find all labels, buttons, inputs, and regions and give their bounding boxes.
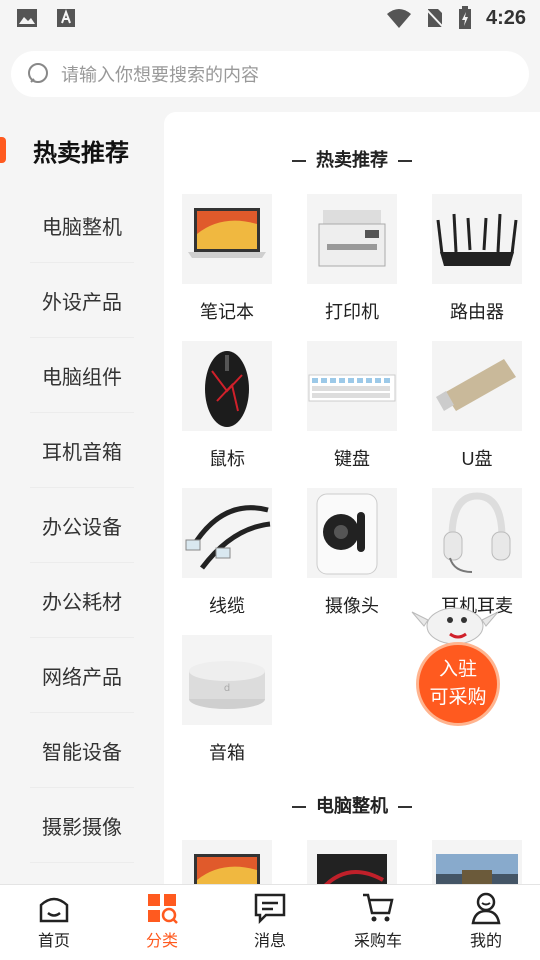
section-title: 热卖推荐 — [164, 146, 540, 172]
product-mouse[interactable]: 鼠标 — [182, 341, 272, 471]
join-purchase-button[interactable]: 入驻 可采购 — [416, 642, 500, 726]
wifi-icon — [386, 9, 411, 28]
cart-icon — [363, 893, 394, 922]
sidebar-item-computer[interactable]: 电脑整机 — [30, 188, 134, 263]
product-camera[interactable]: 摄像头 — [307, 488, 397, 618]
sidebar-item-label: 智能设备 — [42, 741, 122, 764]
printer-image — [307, 194, 397, 284]
sidebar-item-peripherals[interactable]: 外设产品 — [30, 263, 134, 338]
tab-label: 我的 — [469, 933, 502, 950]
usb-drive-image — [432, 341, 522, 431]
mascot-icon — [411, 607, 499, 645]
speaker-image: d — [182, 635, 272, 725]
product-label: 摄像头 — [325, 596, 379, 616]
tab-label: 首页 — [37, 933, 70, 950]
sidebar-item-label: 耳机音箱 — [42, 441, 122, 464]
product-label: U盘 — [461, 449, 493, 469]
category-icon — [148, 894, 178, 924]
product-label: 笔记本 — [200, 302, 254, 322]
sidebar-item-label: 办公耗材 — [42, 591, 122, 614]
message-icon — [254, 893, 286, 925]
sidebar-item-office-equipment[interactable]: 办公设备 — [30, 488, 134, 563]
section-title: 电脑整机 — [164, 792, 540, 818]
search-input[interactable]: 请输入你想要搜索的内容 — [11, 51, 529, 97]
battery-charging-icon — [458, 6, 471, 29]
tab-label: 分类 — [145, 933, 178, 950]
search-placeholder: 请输入你想要搜索的内容 — [61, 65, 259, 85]
sidebar-item-smart-devices[interactable]: 智能设备 — [30, 713, 134, 788]
tab-home[interactable]: 首页 — [0, 885, 108, 960]
sidebar-header[interactable]: 热卖推荐 — [0, 128, 164, 172]
tab-cart[interactable]: 采购车 — [324, 885, 432, 960]
badge-line1: 入驻 — [438, 659, 477, 680]
sidebar-item-label: 摄影摄像 — [42, 816, 122, 839]
bottom-tab-bar: 首页 分类 消息 采购车 我的 — [0, 884, 540, 960]
search-icon — [28, 63, 48, 83]
badge-line2: 可采购 — [429, 687, 487, 708]
no-sim-icon — [426, 9, 444, 28]
sidebar-item-network[interactable]: 网络产品 — [30, 638, 134, 713]
sidebar-item-label: 外设产品 — [42, 291, 122, 314]
mouse-image — [182, 341, 272, 431]
status-time: 4:26 — [485, 6, 526, 29]
tab-messages[interactable]: 消息 — [216, 885, 324, 960]
product-label: 鼠标 — [209, 449, 245, 469]
tab-profile[interactable]: 我的 — [432, 885, 540, 960]
sidebar-item-audio[interactable]: 耳机音箱 — [30, 413, 134, 488]
game-monitor-image — [432, 840, 522, 888]
active-indicator — [0, 137, 6, 163]
camera-image — [307, 488, 397, 578]
product-keyboard[interactable]: 键盘 — [307, 341, 397, 471]
font-icon — [57, 9, 75, 27]
sidebar-header-label: 热卖推荐 — [33, 139, 129, 167]
tab-label: 采购车 — [353, 933, 402, 950]
product-monitor[interactable] — [307, 840, 397, 888]
product-label: 路由器 — [450, 302, 504, 322]
home-icon — [39, 897, 69, 923]
product-laptop[interactable]: 笔记本 — [182, 194, 272, 324]
user-icon — [471, 892, 501, 925]
product-laptop[interactable] — [182, 840, 272, 888]
product-label: 音箱 — [209, 743, 245, 763]
tab-label: 消息 — [253, 933, 286, 950]
sidebar-item-office-supplies[interactable]: 办公耗材 — [30, 563, 134, 638]
monitor-image — [307, 840, 397, 888]
sidebar-item-label: 办公设备 — [42, 516, 122, 539]
product-speaker[interactable]: d 音箱 — [182, 635, 272, 765]
sidebar-item-label: 网络产品 — [42, 666, 122, 689]
product-router[interactable]: 路由器 — [432, 194, 522, 324]
sidebar-item-label: 电脑整机 — [42, 216, 122, 239]
product-cable[interactable]: 线缆 — [182, 488, 272, 618]
product-label: 打印机 — [325, 302, 379, 322]
router-image — [432, 194, 522, 284]
laptop-image — [182, 194, 272, 284]
join-purchase-badge[interactable]: 入驻 可采购 — [410, 590, 520, 730]
laptop-image — [182, 840, 272, 888]
keyboard-image — [307, 341, 397, 431]
sidebar-item-components[interactable]: 电脑组件 — [30, 338, 134, 413]
status-bar: 4:26 — [0, 0, 540, 36]
cable-image — [182, 488, 272, 578]
product-label: 键盘 — [334, 449, 370, 469]
tab-category[interactable]: 分类 — [108, 885, 216, 960]
product-panel: 热卖推荐 笔记本 打印机 路由器 鼠标 键盘 U盘 线缆 摄像头 耳机耳麦 d … — [164, 112, 540, 888]
category-sidebar: 电脑整机 外设产品 电脑组件 耳机音箱 办公设备 办公耗材 网络产品 智能设备 … — [0, 188, 164, 888]
svg-text:d: d — [224, 683, 230, 694]
product-printer[interactable]: 打印机 — [307, 194, 397, 324]
headset-image — [432, 488, 522, 578]
product-game-monitor[interactable] — [432, 840, 522, 888]
product-usb-drive[interactable]: U盘 — [432, 341, 522, 471]
gallery-icon — [17, 9, 37, 27]
sidebar-item-label: 电脑组件 — [42, 366, 122, 389]
sidebar-item-photography[interactable]: 摄影摄像 — [30, 788, 134, 863]
product-label: 线缆 — [209, 596, 245, 616]
